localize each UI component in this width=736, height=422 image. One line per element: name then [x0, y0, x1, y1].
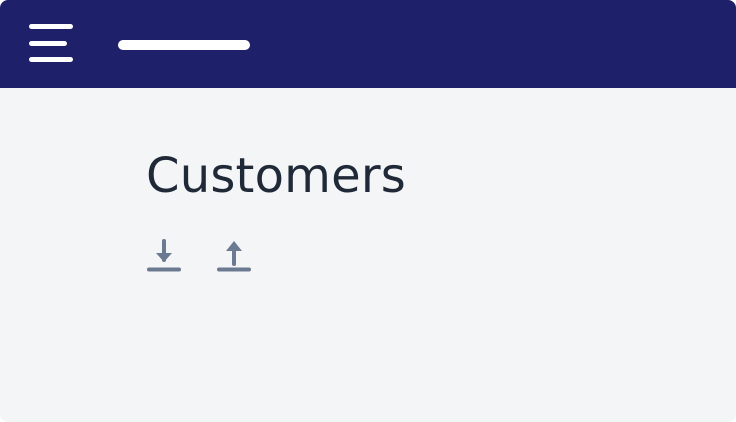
download-icon: [147, 239, 181, 272]
page-title: Customers: [146, 148, 406, 204]
top-navigation-bar: [0, 0, 736, 88]
upload-icon: [217, 241, 251, 272]
menu-button[interactable]: [22, 18, 80, 70]
upload-button[interactable]: [215, 238, 253, 276]
app-window: Customers: [0, 0, 736, 422]
app-title-placeholder: [118, 40, 250, 50]
download-button[interactable]: [145, 238, 183, 276]
main-content: Customers: [0, 88, 736, 422]
hamburger-menu-icon: [29, 24, 73, 62]
